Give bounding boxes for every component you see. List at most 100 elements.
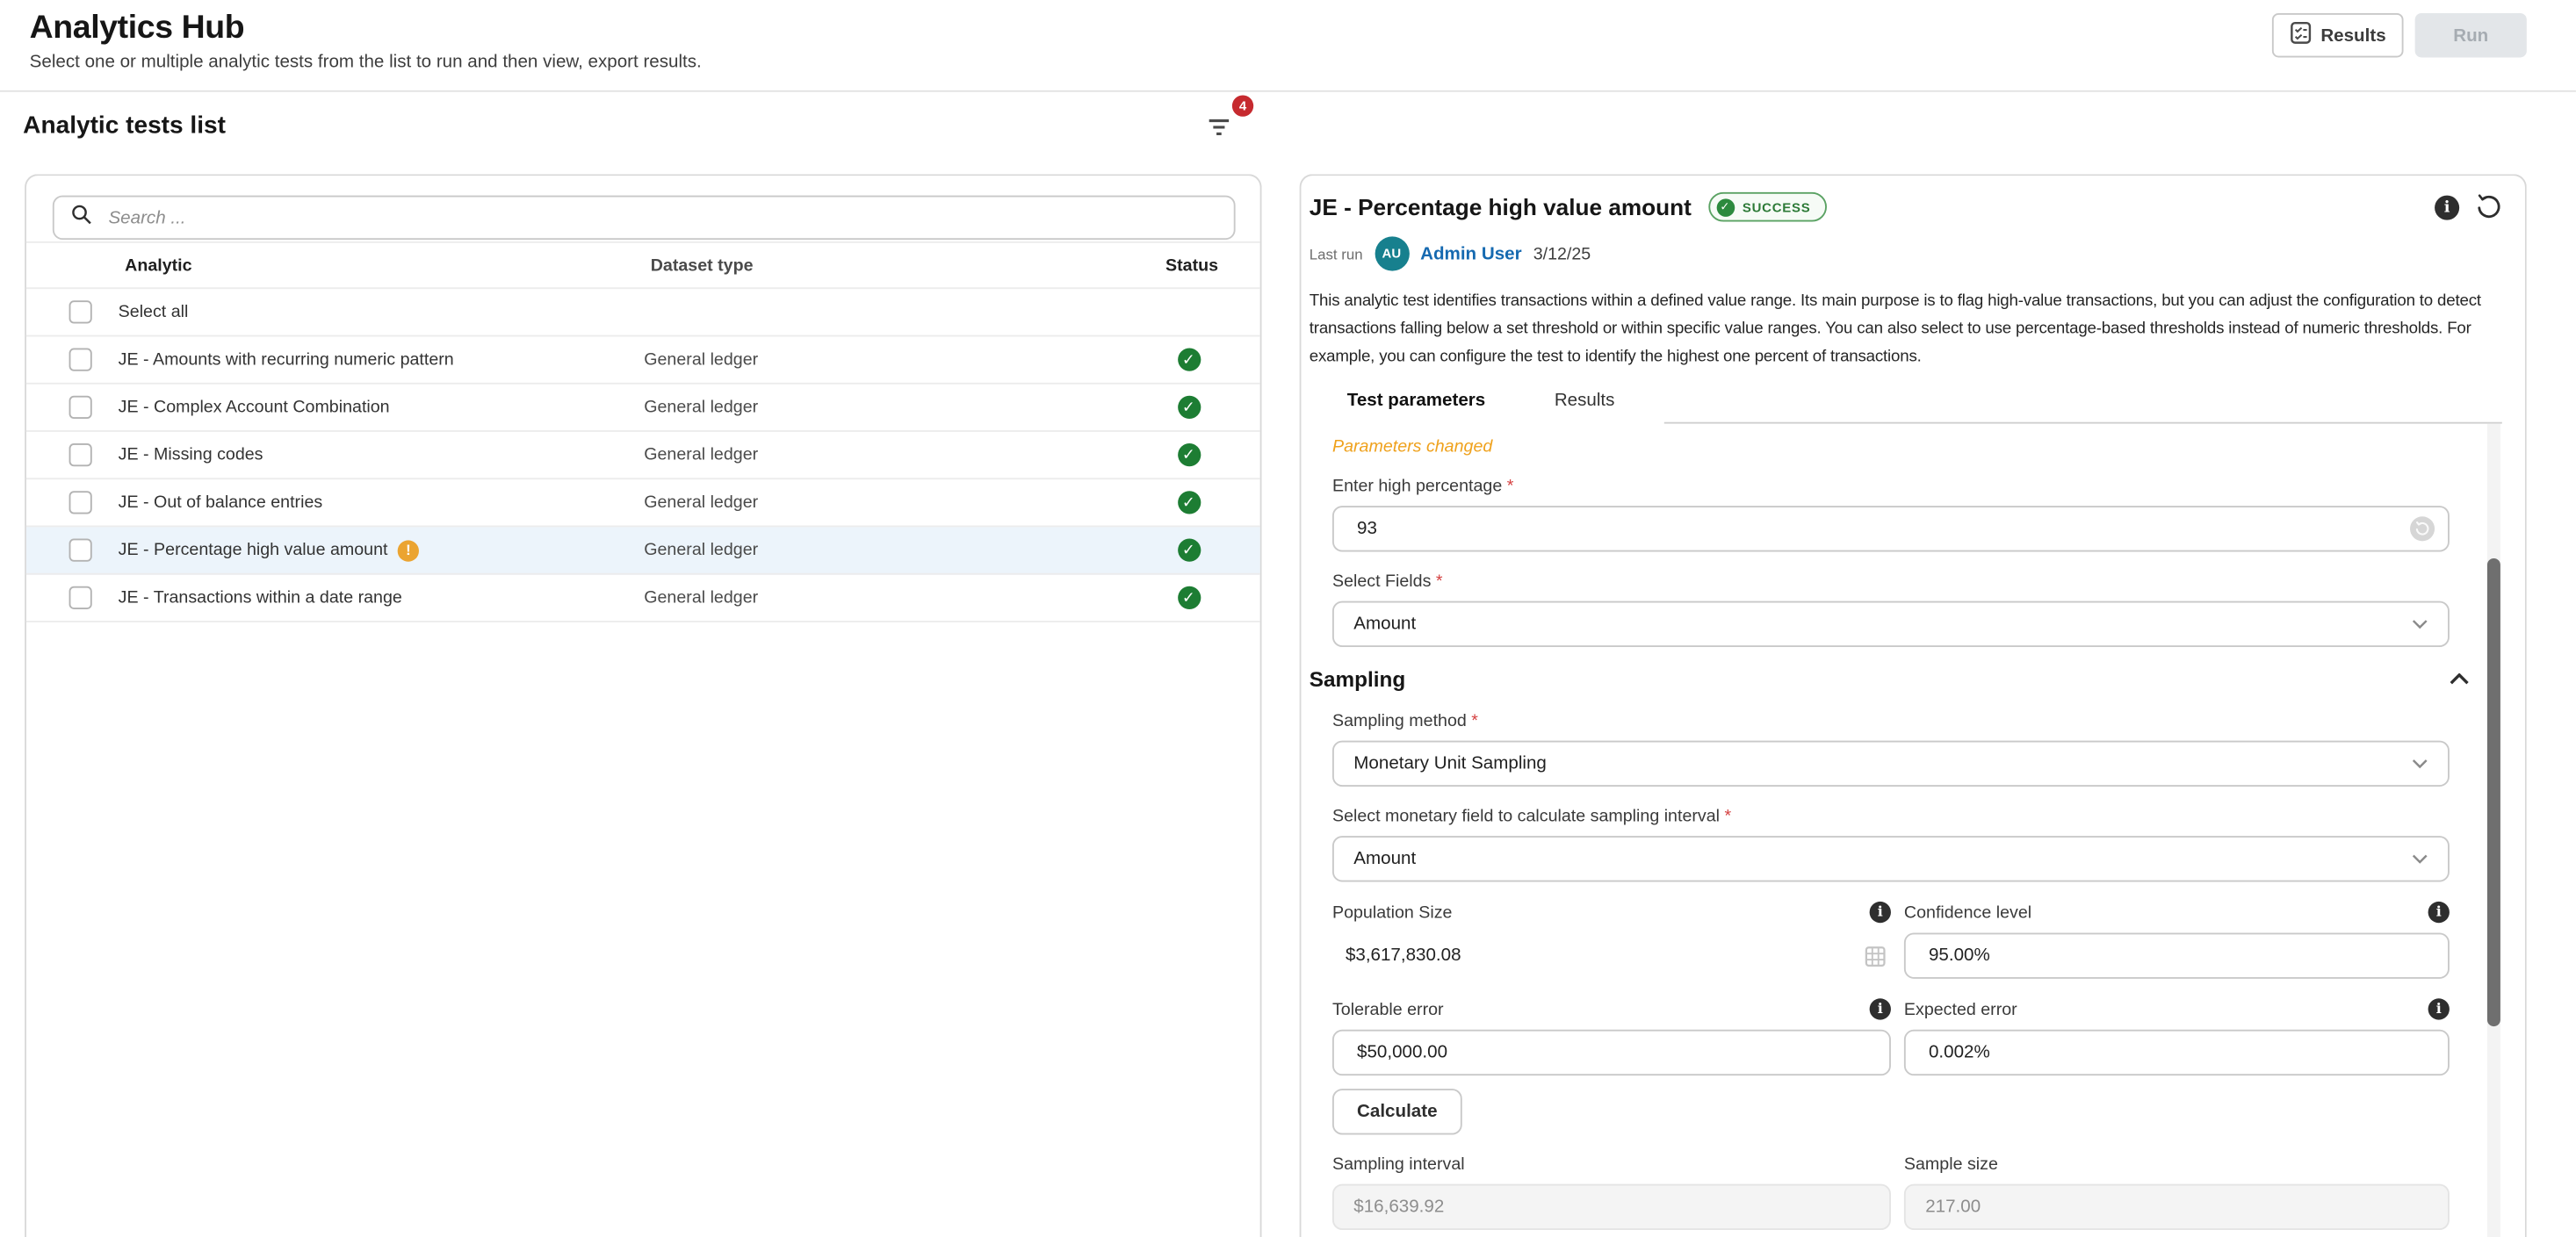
- row-checkbox[interactable]: [69, 491, 92, 514]
- select-all-label: Select all: [119, 302, 645, 321]
- table-row[interactable]: JE - Out of balance entries General ledg…: [26, 479, 1260, 527]
- expected-error-input[interactable]: [1925, 1041, 2428, 1064]
- last-run-row: Last run AU Admin User 3/12/25: [1301, 222, 2525, 271]
- reset-history-icon[interactable]: [2476, 194, 2502, 220]
- status-success-icon: ✓: [1177, 396, 1200, 419]
- select-fields-label: Select Fields: [1332, 572, 1443, 591]
- table-header-row: Analytic Dataset type Status: [26, 241, 1260, 289]
- scrollbar-thumb[interactable]: [2487, 558, 2500, 1026]
- analytics-hub-page: Analytics Hub Select one or multiple ana…: [0, 0, 2576, 1237]
- search-input[interactable]: [105, 206, 1217, 229]
- table-row-selected[interactable]: JE - Percentage high value amount ! Gene…: [26, 527, 1260, 574]
- last-run-label: Last run: [1310, 246, 1363, 263]
- run-button[interactable]: Run: [2415, 13, 2527, 58]
- column-header-dataset-type: Dataset type: [651, 255, 1144, 275]
- analytic-name: JE - Complex Account Combination: [119, 398, 390, 417]
- last-run-date: 3/12/25: [1533, 244, 1591, 263]
- success-check-icon: ✓: [1716, 198, 1735, 216]
- results-button[interactable]: Results: [2272, 13, 2404, 58]
- vertical-scrollbar: [2487, 424, 2500, 1237]
- column-header-analytic: Analytic: [119, 255, 651, 275]
- tolerable-error-info-icon[interactable]: i: [1870, 998, 1891, 1019]
- calculate-button[interactable]: Calculate: [1332, 1089, 1462, 1134]
- row-checkbox[interactable]: [69, 443, 92, 466]
- row-checkbox[interactable]: [69, 349, 92, 371]
- sample-size-value: 217.00: [1904, 1184, 2450, 1230]
- table-row[interactable]: JE - Amounts with recurring numeric patt…: [26, 336, 1260, 384]
- dataset-type: General ledger: [644, 540, 1136, 559]
- status-success-icon: ✓: [1177, 349, 1200, 371]
- search-box: [53, 196, 1236, 241]
- avatar: AU: [1375, 236, 1409, 270]
- select-fields-value: Amount: [1353, 615, 1416, 634]
- parameters-changed-notice: Parameters changed: [1332, 437, 2450, 457]
- select-all-row: Select all: [26, 289, 1260, 336]
- top-bar: Analytics Hub Select one or multiple ana…: [0, 0, 2576, 92]
- analytic-name: JE - Missing codes: [119, 445, 263, 464]
- test-parameters-panel: Parameters changed Enter high percentage…: [1332, 437, 2450, 1237]
- sampling-section-header: Sampling: [1310, 666, 2450, 691]
- select-all-checkbox[interactable]: [69, 300, 92, 323]
- detail-title: JE - Percentage high value amount: [1310, 194, 1692, 220]
- sampling-method-value: Monetary Unit Sampling: [1353, 754, 1547, 773]
- tab-results[interactable]: Results: [1548, 391, 1621, 423]
- sample-size-label: Sample size: [1904, 1154, 1998, 1174]
- monetary-field-select[interactable]: Amount: [1332, 836, 2450, 881]
- population-grid-icon[interactable]: [1865, 945, 1886, 966]
- status-success-icon: ✓: [1177, 539, 1200, 562]
- tab-test-parameters[interactable]: Test parameters: [1340, 391, 1491, 423]
- tab-bar-divider: [1664, 378, 2502, 423]
- info-icon[interactable]: i: [2435, 195, 2459, 219]
- detail-header: JE - Percentage high value amount ✓ SUCC…: [1301, 176, 2525, 221]
- row-checkbox[interactable]: [69, 586, 92, 609]
- population-size-info-icon[interactable]: i: [1870, 902, 1891, 923]
- confidence-level-info-icon[interactable]: i: [2428, 902, 2450, 923]
- dataset-type: General ledger: [644, 588, 1136, 608]
- results-list-icon: [2290, 21, 2311, 49]
- tolerable-error-input[interactable]: [1353, 1041, 1869, 1064]
- chevron-down-icon: [2412, 619, 2428, 629]
- sampling-section-title: Sampling: [1310, 666, 1405, 691]
- select-fields-select[interactable]: Amount: [1332, 601, 2450, 647]
- dataset-type: General ledger: [644, 445, 1136, 464]
- high-percentage-label: Enter high percentage: [1332, 476, 1513, 495]
- analytic-name: JE - Percentage high value amount: [119, 540, 388, 559]
- status-success-icon: ✓: [1177, 443, 1200, 466]
- table-row[interactable]: JE - Missing codes General ledger ✓: [26, 432, 1260, 479]
- dataset-type: General ledger: [644, 349, 1136, 369]
- warning-icon: !: [398, 539, 419, 560]
- user-link[interactable]: Admin User: [1420, 244, 1522, 263]
- filter-icon[interactable]: [1208, 117, 1230, 136]
- expected-error-field: [1904, 1030, 2450, 1075]
- sampling-method-label: Sampling method: [1332, 711, 1478, 730]
- status-success-icon: ✓: [1177, 586, 1200, 609]
- status-badge: ✓ SUCCESS: [1708, 192, 1828, 222]
- table-row[interactable]: JE - Complex Account Combination General…: [26, 385, 1260, 432]
- expected-error-label: Expected error: [1904, 999, 2017, 1018]
- tolerable-error-label: Tolerable error: [1332, 999, 1444, 1018]
- high-percentage-field: [1332, 506, 2450, 551]
- reset-value-icon[interactable]: [2410, 516, 2435, 541]
- search-icon: [70, 203, 91, 233]
- parameters-scroll-area: Parameters changed Enter high percentage…: [1301, 424, 2525, 1237]
- table-row[interactable]: JE - Transactions within a date range Ge…: [26, 575, 1260, 622]
- confidence-level-label: Confidence level: [1904, 903, 2031, 922]
- row-checkbox[interactable]: [69, 396, 92, 419]
- analytic-name: JE - Amounts with recurring numeric patt…: [119, 349, 454, 369]
- run-button-label: Run: [2453, 25, 2488, 45]
- collapse-chevron-up-icon[interactable]: [2450, 673, 2469, 685]
- dataset-type: General ledger: [644, 398, 1136, 417]
- sampling-method-select[interactable]: Monetary Unit Sampling: [1332, 741, 2450, 787]
- expected-error-info-icon[interactable]: i: [2428, 998, 2450, 1019]
- high-percentage-input[interactable]: [1353, 517, 2399, 540]
- population-size-label: Population Size: [1332, 903, 1452, 922]
- analytic-name: JE - Out of balance entries: [119, 493, 323, 512]
- section-title: Analytic tests list: [23, 111, 226, 140]
- dataset-type: General ledger: [644, 493, 1136, 512]
- row-checkbox[interactable]: [69, 539, 92, 562]
- status-success-icon: ✓: [1177, 491, 1200, 514]
- results-button-label: Results: [2320, 25, 2385, 45]
- confidence-level-input[interactable]: [1925, 945, 2428, 967]
- confidence-level-field: [1904, 932, 2450, 978]
- chevron-down-icon: [2412, 854, 2428, 864]
